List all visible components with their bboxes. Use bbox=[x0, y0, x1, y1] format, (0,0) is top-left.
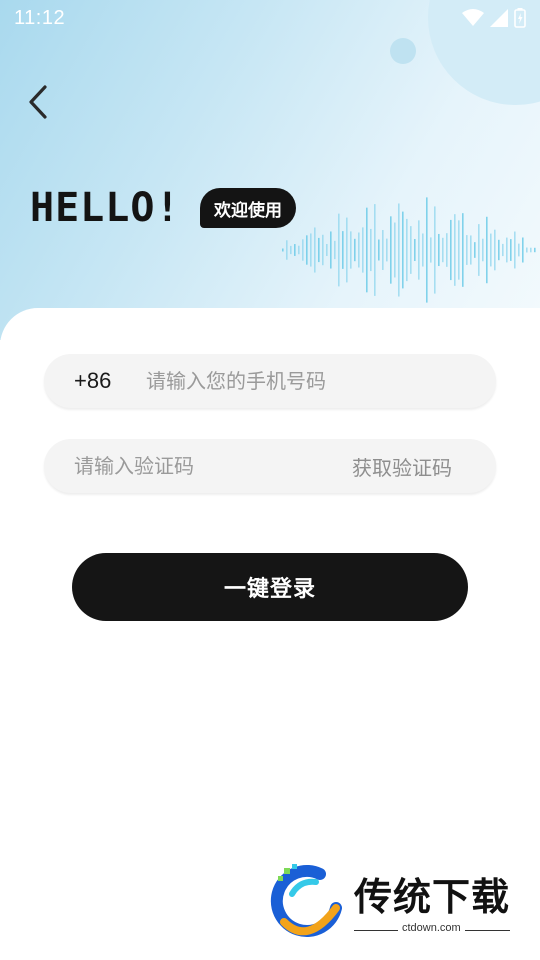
wave-bar bbox=[494, 229, 496, 271]
decor-bubble-small bbox=[390, 38, 416, 64]
wave-bar bbox=[446, 233, 448, 267]
wave-bar bbox=[322, 234, 324, 266]
wave-bar bbox=[294, 244, 296, 256]
wave-bar bbox=[434, 206, 436, 294]
wave-bar bbox=[386, 238, 388, 262]
watermark-url: ctdown.com bbox=[398, 922, 465, 934]
wave-bar bbox=[398, 203, 400, 297]
wave-bar bbox=[530, 247, 532, 253]
wave-bar bbox=[526, 247, 528, 253]
wave-bar bbox=[510, 239, 512, 261]
wave-bar bbox=[310, 233, 312, 267]
wave-bar bbox=[318, 237, 320, 263]
chevron-left-icon bbox=[29, 85, 47, 119]
phone-input[interactable] bbox=[146, 369, 466, 393]
wave-bar bbox=[302, 239, 304, 261]
wave-bar bbox=[338, 213, 340, 287]
watermark: 传统下载 ctdown.com bbox=[270, 862, 520, 940]
wave-bar bbox=[458, 220, 460, 280]
wave-bar bbox=[522, 237, 524, 263]
wave-bar bbox=[426, 197, 428, 303]
wave-bar bbox=[466, 235, 468, 265]
phone-field-container: +86 bbox=[44, 354, 496, 408]
wave-bar bbox=[502, 243, 504, 257]
status-icons bbox=[462, 8, 526, 28]
wave-bar bbox=[418, 220, 420, 280]
wave-bar bbox=[498, 239, 500, 261]
wave-bar bbox=[490, 233, 492, 267]
wave-bar bbox=[430, 237, 432, 263]
wave-bar bbox=[378, 239, 380, 261]
wave-bar bbox=[514, 231, 516, 269]
wave-bar bbox=[534, 247, 536, 253]
wave-bar bbox=[506, 237, 508, 263]
wave-bar bbox=[370, 228, 372, 272]
wave-bar bbox=[450, 219, 452, 281]
wave-bar bbox=[362, 227, 364, 273]
wave-bar bbox=[290, 245, 292, 255]
wave-bar bbox=[298, 245, 300, 255]
wave-bar bbox=[282, 248, 284, 252]
wave-bar bbox=[390, 216, 392, 284]
wave-bar bbox=[442, 237, 444, 263]
wave-bar bbox=[406, 218, 408, 282]
one-tap-login-button[interactable]: 一键登录 bbox=[72, 553, 468, 621]
wave-bar bbox=[342, 231, 344, 269]
watermark-brand: 传统下载 bbox=[354, 875, 511, 919]
code-field-container: 获取验证码 bbox=[44, 439, 496, 493]
wave-bar bbox=[454, 214, 456, 286]
verification-code-input[interactable] bbox=[74, 454, 324, 478]
wave-bar bbox=[422, 233, 424, 267]
signal-icon bbox=[490, 9, 508, 27]
wave-bar bbox=[354, 238, 356, 262]
status-time: 11:12 bbox=[14, 6, 66, 29]
wave-bar bbox=[358, 232, 360, 268]
wave-bar bbox=[414, 238, 416, 262]
wave-bar bbox=[486, 216, 488, 284]
wave-bar bbox=[394, 222, 396, 278]
ctdown-logo-icon bbox=[270, 864, 342, 937]
wave-bar bbox=[474, 242, 476, 258]
wave-bar bbox=[366, 207, 368, 293]
wave-bar bbox=[330, 231, 332, 269]
wave-bar bbox=[462, 213, 464, 287]
hello-heading: HELLO! bbox=[30, 185, 181, 231]
wave-bar bbox=[410, 226, 412, 274]
wave-bar bbox=[374, 204, 376, 296]
wave-bar bbox=[326, 243, 328, 257]
wave-bar bbox=[438, 233, 440, 267]
wave-bar bbox=[478, 224, 480, 276]
battery-icon bbox=[514, 8, 526, 28]
wave-bar bbox=[482, 238, 484, 262]
wifi-icon bbox=[462, 9, 484, 26]
wave-bar bbox=[382, 230, 384, 270]
wave-bar bbox=[306, 235, 308, 265]
back-button[interactable] bbox=[18, 82, 58, 122]
wave-bar bbox=[314, 227, 316, 273]
wave-bar bbox=[334, 240, 336, 260]
wave-bar bbox=[286, 240, 288, 260]
hero-header bbox=[0, 0, 540, 340]
wave-bar bbox=[402, 211, 404, 289]
sound-wave-decoration bbox=[282, 197, 536, 303]
country-code-prefix[interactable]: +86 bbox=[74, 368, 146, 394]
wave-bar bbox=[470, 235, 472, 265]
get-code-button[interactable]: 获取验证码 bbox=[352, 452, 452, 481]
status-bar: 11:12 bbox=[0, 0, 540, 36]
wave-bar bbox=[346, 217, 348, 283]
wave-bar bbox=[350, 231, 352, 269]
welcome-badge: 欢迎使用 bbox=[200, 188, 296, 228]
wave-bar bbox=[518, 243, 520, 257]
